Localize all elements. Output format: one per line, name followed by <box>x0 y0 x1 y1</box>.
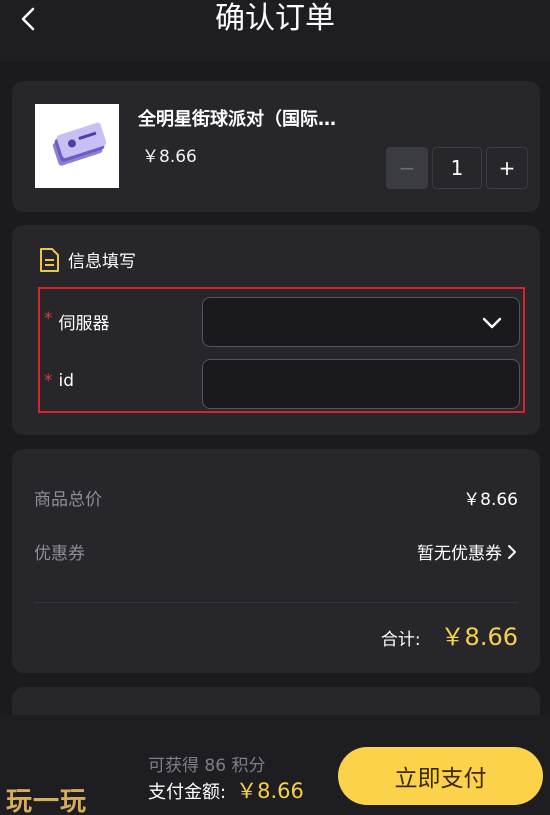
id-row: * id <box>40 359 523 409</box>
coupon-value: 暂无优惠券 <box>417 544 502 564</box>
top-bar: 确认订单 <box>0 0 550 62</box>
quantity-value[interactable]: 1 <box>432 147 482 189</box>
total-row: 合计: ￥8.66 <box>381 617 518 652</box>
server-label-text: 伺服器 <box>58 314 110 334</box>
product-price: ￥8.66 <box>142 147 197 167</box>
pay-now-button[interactable]: 立即支付 <box>338 747 543 805</box>
decrease-quantity-button[interactable]: − <box>386 147 428 189</box>
pay-label: 支付金额: <box>148 782 227 803</box>
id-input[interactable] <box>202 359 520 409</box>
id-label-text: id <box>58 371 75 391</box>
ticket-icon <box>52 122 107 166</box>
coupon-label: 优惠券 <box>34 544 85 564</box>
info-card: 信息填写 * 伺服器 * id <box>12 225 540 435</box>
subtotal-value: ￥8.66 <box>463 490 518 510</box>
highlighted-form: * 伺服器 * id <box>38 287 525 413</box>
pay-amount: 支付金额: ￥8.66 <box>148 775 304 805</box>
id-label: * id <box>44 371 74 391</box>
server-row: * 伺服器 <box>40 297 523 347</box>
info-title: 信息填写 <box>68 252 136 272</box>
info-header: 信息填写 <box>38 247 136 272</box>
subtotal-label: 商品总价 <box>34 490 102 510</box>
required-mark: * <box>44 309 53 329</box>
chevron-right-icon <box>508 544 516 559</box>
quantity-stepper: − 1 + <box>386 147 528 189</box>
watermark-logo: 玩一玩 <box>6 787 88 815</box>
bottom-bar: 玩一玩 可获得 86 积分 支付金额: ￥8.66 立即支付 <box>0 715 550 815</box>
coupon-row[interactable]: 优惠券 暂无优惠券 <box>34 539 518 564</box>
summary-card: 商品总价 ￥8.66 优惠券 暂无优惠券 合计: ￥8.66 <box>12 449 540 673</box>
total-label: 合计: <box>380 630 421 650</box>
increase-quantity-button[interactable]: + <box>486 147 528 189</box>
server-label: * 伺服器 <box>44 309 110 334</box>
product-thumbnail <box>35 104 119 188</box>
points-text: 可获得 86 积分 <box>148 756 266 776</box>
required-mark: * <box>44 371 53 391</box>
server-select[interactable] <box>202 297 520 347</box>
page-title: 确认订单 <box>215 1 335 36</box>
subtotal-row: 商品总价 ￥8.66 <box>34 485 518 510</box>
product-name: 全明星街球派对（国际… <box>138 109 336 130</box>
divider <box>34 602 518 603</box>
coupon-selector[interactable]: 暂无优惠券 <box>417 539 518 564</box>
chevron-down-icon <box>482 317 502 329</box>
product-card: 全明星街球派对（国际… ￥8.66 − 1 + <box>12 81 540 212</box>
document-icon <box>40 247 59 272</box>
pay-value: ￥8.66 <box>236 779 304 803</box>
total-value: ￥8.66 <box>440 623 518 651</box>
